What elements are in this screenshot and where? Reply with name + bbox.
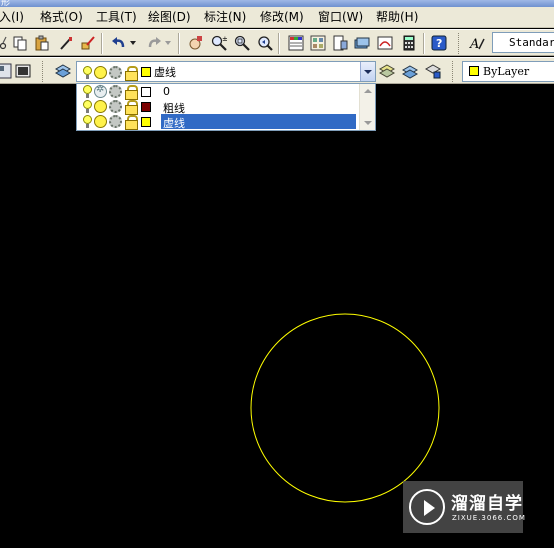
layer-manager-icon[interactable] [0, 62, 13, 80]
layer-viewport-icon[interactable] [109, 85, 122, 98]
help-icon[interactable]: ? [430, 34, 448, 52]
markup-icon[interactable] [376, 34, 394, 52]
tool-palettes-icon[interactable] [331, 34, 349, 52]
menu-draw[interactable]: 绘图(D) [148, 9, 191, 26]
layer-option[interactable]: 粗线 [77, 99, 360, 115]
layer-states-icon[interactable] [424, 62, 442, 80]
color-control-swatch [469, 66, 479, 76]
redo-dropdown-icon[interactable] [163, 34, 173, 52]
watermark-title: 溜溜自学 [451, 494, 523, 514]
layer-previous-state-icon[interactable] [401, 62, 419, 80]
color-control-value: ByLayer [483, 65, 530, 78]
layer-option-selected[interactable]: 虚线 [77, 114, 360, 130]
menu-tools[interactable]: 工具(T) [96, 9, 137, 26]
title-bar: 形 [0, 0, 554, 7]
layer-color-swatch [141, 101, 151, 112]
layer-thawed-icon[interactable] [94, 65, 107, 79]
scroll-down-icon[interactable] [364, 121, 372, 125]
layer-on-icon[interactable] [83, 65, 92, 79]
drawing-canvas[interactable] [0, 85, 554, 548]
layer-combo[interactable]: 虚线 [76, 61, 376, 82]
zoom-previous-icon[interactable] [256, 34, 274, 52]
menu-modify[interactable]: 修改(M) [260, 9, 304, 26]
text-style-combo[interactable]: Standar [492, 32, 554, 53]
layer-color-swatch [141, 67, 151, 77]
title-text: 形 [1, 0, 11, 7]
scroll-up-icon[interactable] [364, 89, 372, 93]
svg-text:±: ± [222, 35, 227, 43]
menu-window[interactable]: 窗口(W) [318, 9, 363, 26]
paste-icon[interactable] [33, 34, 51, 52]
undo-icon[interactable] [110, 34, 128, 52]
make-current-layer-icon[interactable] [378, 62, 396, 80]
text-style-value: Standar [509, 36, 554, 49]
layer-viewport-icon[interactable] [109, 115, 122, 128]
layer-on-icon[interactable] [83, 85, 92, 98]
properties-icon[interactable] [287, 34, 305, 52]
match-properties-icon[interactable] [57, 34, 75, 52]
redo-icon[interactable] [145, 34, 163, 52]
dropdown-scrollbar[interactable] [359, 84, 375, 130]
layer-dropdown-list[interactable]: 0 粗线 虚线 [76, 83, 376, 131]
menu-format[interactable]: 格式(O) [40, 9, 83, 26]
layer-on-icon[interactable] [83, 100, 92, 113]
layer-color-swatch [141, 86, 151, 97]
play-icon [409, 489, 445, 525]
design-center-icon[interactable] [309, 34, 327, 52]
color-control-combo[interactable]: ByLayer [462, 61, 554, 82]
layer-dropdown-arrow[interactable] [360, 62, 375, 81]
layer-option[interactable]: 0 [77, 84, 360, 100]
layer-on-icon[interactable] [83, 115, 92, 128]
layer-viewport-icon[interactable] [109, 65, 122, 79]
circle-entity[interactable] [250, 313, 440, 503]
zoom-window-icon[interactable] [233, 34, 251, 52]
watermark-logo: 溜溜自学 ZIXUE.3066.COM [403, 481, 526, 533]
sheet-set-icon[interactable] [353, 34, 371, 52]
menu-dimension[interactable]: 标注(N) [204, 9, 246, 26]
svg-text:A: A [469, 37, 479, 51]
layer-color-swatch [141, 116, 151, 127]
layer-thawed-icon[interactable] [94, 100, 107, 113]
layer-previous-icon[interactable] [14, 62, 32, 80]
pan-icon[interactable] [187, 34, 205, 52]
layer-viewport-icon[interactable] [109, 100, 122, 113]
text-style-icon[interactable]: A [468, 34, 486, 52]
layer-thawed-icon[interactable] [94, 115, 107, 128]
layer-frozen-icon[interactable] [94, 84, 107, 98]
calculator-icon[interactable] [400, 34, 418, 52]
undo-dropdown-icon[interactable] [128, 34, 138, 52]
current-layer-name: 虚线 [154, 66, 176, 79]
zoom-realtime-icon[interactable]: ± [210, 34, 228, 52]
copy-icon[interactable] [11, 34, 29, 52]
layers-toolbar: 虚线 ByLayer [0, 57, 554, 84]
menu-help[interactable]: 帮助(H) [376, 9, 418, 26]
autocad-window: 形 入(I) 格式(O) 工具(T) 绘图(D) 标注(N) 修改(M) 窗口(… [0, 0, 554, 548]
layer-unlock-icon[interactable] [125, 115, 138, 130]
layer-option-name: 虚线 [163, 117, 185, 130]
svg-text:?: ? [436, 37, 442, 50]
standard-toolbar: ± ? A Standar [0, 29, 554, 56]
layer-properties-icon[interactable] [54, 62, 72, 80]
layer-unlock-icon[interactable] [125, 100, 138, 115]
menu-bar: 入(I) 格式(O) 工具(T) 绘图(D) 标注(N) 修改(M) 窗口(W)… [0, 7, 554, 28]
layer-option-name: 0 [163, 85, 170, 98]
menu-insert[interactable]: 入(I) [0, 9, 24, 26]
watermark-subtitle: ZIXUE.3066.COM [452, 514, 526, 522]
layer-unlock-icon[interactable] [125, 65, 138, 81]
layer-unlock-icon[interactable] [125, 85, 138, 100]
block-editor-icon[interactable] [79, 34, 97, 52]
cut-icon[interactable] [0, 34, 10, 52]
